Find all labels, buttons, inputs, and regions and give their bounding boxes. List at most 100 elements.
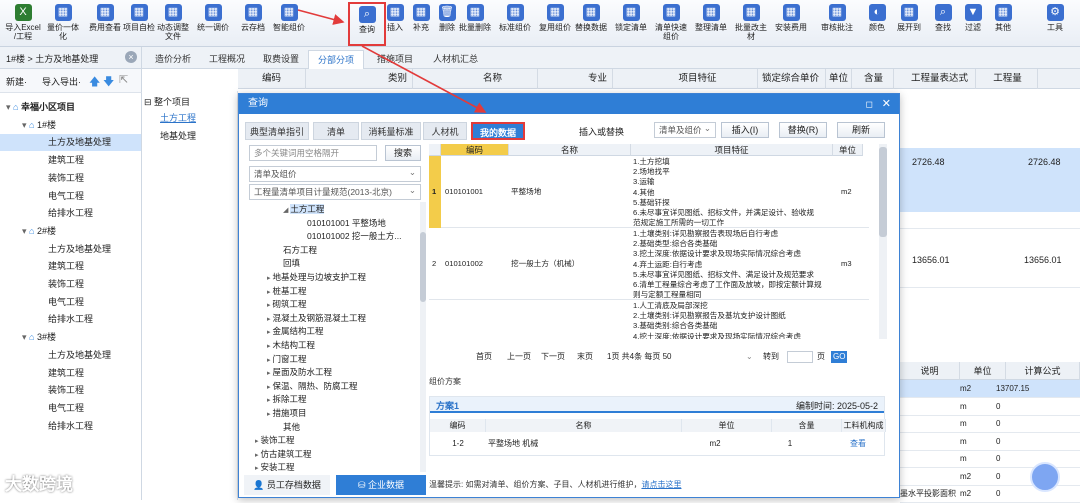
tree-item[interactable]: 土方及地基处理 <box>0 134 141 152</box>
grid-column-header[interactable]: 名称 <box>448 69 538 89</box>
expand-icon[interactable]: ▾ <box>22 120 29 130</box>
ribbon-self-check-button[interactable]: ▦ 项目自检 <box>120 2 158 46</box>
dialog-tab[interactable]: 人材机 <box>423 122 467 140</box>
tree-item[interactable]: 装饰工程 <box>0 276 141 293</box>
tree-item[interactable]: 建筑工程 <box>0 152 141 169</box>
ribbon-price-integration-button[interactable]: ▦ 量价一体化 <box>44 2 82 46</box>
list-column-header[interactable]: 编码 <box>441 144 509 156</box>
catalog-item[interactable]: ▸ 装饰工程 <box>255 433 294 447</box>
dialog-tab[interactable]: 我的数据 <box>471 122 525 140</box>
assistant-robot-icon[interactable] <box>1030 462 1060 492</box>
catalog-item[interactable]: ▸ 措施项目 <box>267 406 306 420</box>
insert-replace-select[interactable]: 清单及组价 <box>654 121 716 138</box>
list-column-header[interactable]: 项目特征 <box>631 144 833 156</box>
dialog-tab[interactable]: 消耗量标准 <box>361 122 421 140</box>
move-up-icon[interactable]: 🡅 <box>89 73 100 92</box>
list-column-header[interactable] <box>429 144 441 156</box>
expand-icon[interactable]: ▾ <box>22 226 29 236</box>
grid-column-header[interactable]: 工程量 <box>978 69 1038 89</box>
search-input[interactable]: 多个关键词用空格隔开 <box>249 145 377 161</box>
expand-icon[interactable]: ⊟ <box>144 97 154 107</box>
ribbon-reuse-pricing-button[interactable]: ▦ 复用组价 <box>536 2 574 46</box>
detail-row[interactable]: m2 13707.15 <box>900 380 1080 398</box>
refresh-button[interactable]: 刷新 <box>837 122 885 138</box>
ribbon-install-fee-button[interactable]: ▦ 安装费用 <box>772 2 810 46</box>
ribbon-standard-pricing-button[interactable]: ▦ 标准组价 <box>496 2 534 46</box>
tree-item[interactable]: 给排水工程 <box>0 418 141 435</box>
import-export-button[interactable]: 导入导出· <box>42 75 81 88</box>
insert-button[interactable]: 插入(I) <box>721 122 769 138</box>
maximize-icon[interactable]: ◻ <box>866 94 873 114</box>
ribbon-review-note-button[interactable]: ▦ 审核批注 <box>818 2 856 46</box>
detail-row[interactable]: m0 <box>900 398 1080 416</box>
new-button[interactable]: 新建· <box>6 75 27 88</box>
catalog-item[interactable]: 010101001 平整场地 <box>307 216 386 230</box>
tree-item[interactable]: ▾ ⌂ 幸福小区项目 <box>0 99 141 116</box>
catalog-item[interactable]: ▸ 门窗工程 <box>267 352 306 366</box>
tree-item[interactable]: 土方及地基处理 <box>0 241 141 258</box>
page-tab[interactable]: 措施项目 <box>368 50 422 69</box>
plan-column-header[interactable]: 单位 <box>682 419 772 432</box>
page-tab[interactable]: 人材机汇总 <box>424 50 487 69</box>
ribbon-batch-material-button[interactable]: ▦ 批量改主材 <box>732 2 770 46</box>
plan-column-header[interactable]: 工料机构成 <box>842 419 886 432</box>
grid-column-header[interactable]: 单位 <box>826 69 852 89</box>
ribbon-cloud-archive-button[interactable]: ▦ 云存档 <box>234 2 272 46</box>
catalog-item[interactable]: ▸ 木结构工程 <box>267 338 315 352</box>
catalog-item[interactable]: 石方工程 <box>283 243 317 257</box>
grid-column-header[interactable]: 项目特征 <box>638 69 758 89</box>
collapse-icon[interactable]: ⇱ <box>119 73 128 86</box>
grid-column-header[interactable]: 锁定综合单价 <box>756 69 826 89</box>
list-column-header[interactable]: 名称 <box>509 144 631 156</box>
ribbon-replace-data-button[interactable]: ▦ 替换数据 <box>572 2 610 46</box>
file-tab-title[interactable]: 1#楼 > 土方及地基处理 <box>6 52 98 65</box>
tree-item[interactable]: 装饰工程 <box>0 382 141 399</box>
ribbon-quick-pricing-button[interactable]: ▦ 清单快速组价 <box>652 2 690 46</box>
page-tab[interactable]: 分部分项 <box>308 50 365 69</box>
ribbon-unified-price-button[interactable]: ▦ 统一调价 <box>194 2 232 46</box>
ribbon-fee-view-button[interactable]: ▦ 费用查看 <box>86 2 124 46</box>
pager-go-button[interactable]: GO <box>831 351 848 363</box>
catalog-item[interactable]: ▸ 混凝土及钢筋混凝土工程 <box>267 311 366 325</box>
grid-column-header[interactable]: 工程量表达式 <box>904 69 976 89</box>
ribbon-import-excel-button[interactable]: X 导入Excel /工程 <box>4 2 42 46</box>
data-source-tab[interactable]: 👤 员工存档数据 <box>244 475 330 495</box>
division-item-foundation[interactable]: 地基处理 <box>160 129 196 142</box>
dialog-tab[interactable]: 典型清单指引 <box>245 122 309 140</box>
page-tab[interactable]: 造价分析 <box>146 50 200 69</box>
grid-column-header[interactable]: 含量 <box>854 69 894 89</box>
ribbon-other-button[interactable]: ▦ 其他 <box>984 2 1022 46</box>
expand-icon[interactable]: ▾ <box>6 102 13 112</box>
ribbon-expand-to-button[interactable]: ▦ 展开到 <box>890 2 928 46</box>
tree-item[interactable]: 电气工程 <box>0 188 141 205</box>
list-column-header[interactable]: 单位 <box>833 144 863 156</box>
grid-column-header[interactable]: 编码 <box>238 69 306 89</box>
catalog-item[interactable]: ▸ 拆除工程 <box>267 392 306 406</box>
tree-item[interactable]: ▾ ⌂ 3#楼 <box>0 329 141 346</box>
data-source-tab[interactable]: ⛁ 企业数据 <box>336 475 426 495</box>
page-tab[interactable]: 工程概况 <box>200 50 254 69</box>
catalog-item[interactable]: ▸ 金属结构工程 <box>267 324 323 338</box>
close-icon[interactable]: × <box>125 51 137 63</box>
pager-first[interactable]: 首页 <box>476 349 492 365</box>
move-down-icon[interactable]: 🡇 <box>103 73 114 92</box>
ribbon-tools-button[interactable]: ⚙ 工具 <box>1036 2 1074 46</box>
tree-item[interactable]: 电气工程 <box>0 400 141 417</box>
dialog-tab[interactable]: 清单 <box>313 122 359 140</box>
plan-column-header[interactable]: 名称 <box>486 419 682 432</box>
list-row[interactable]: 2 010101002 挖一般土方（机械） 1.土壤类别:详见勘察报告表现场后自行考虑… <box>429 228 869 300</box>
catalog-item[interactable]: ▸ 砌筑工程 <box>267 297 306 311</box>
plan-column-header[interactable]: 编码 <box>430 419 486 432</box>
spec-filter-select[interactable]: 工程量清单项目计量规范(2013-北京) <box>249 183 421 200</box>
plan-view-link[interactable]: 查看 <box>830 438 886 450</box>
detail-row[interactable]: m0 <box>900 433 1080 451</box>
hint-link[interactable]: 请点击这里 <box>641 480 681 489</box>
page-tab[interactable]: 取费设置 <box>254 50 308 69</box>
tree-item[interactable]: 土方及地基处理 <box>0 347 141 364</box>
detail-row[interactable]: m0 <box>900 415 1080 433</box>
tree-item[interactable]: 给排水工程 <box>0 205 141 222</box>
list-row[interactable]: 1.人工清底及局部深挖 2.土壤类别:详见勘察报告及基坑支护设计图纸 3.基础类别:… <box>429 300 869 339</box>
chevron-down-icon[interactable]: ⌄ <box>746 349 753 365</box>
catalog-item[interactable]: ◢ 土方工程 <box>283 202 325 216</box>
catalog-item[interactable]: 其他 <box>283 420 300 434</box>
